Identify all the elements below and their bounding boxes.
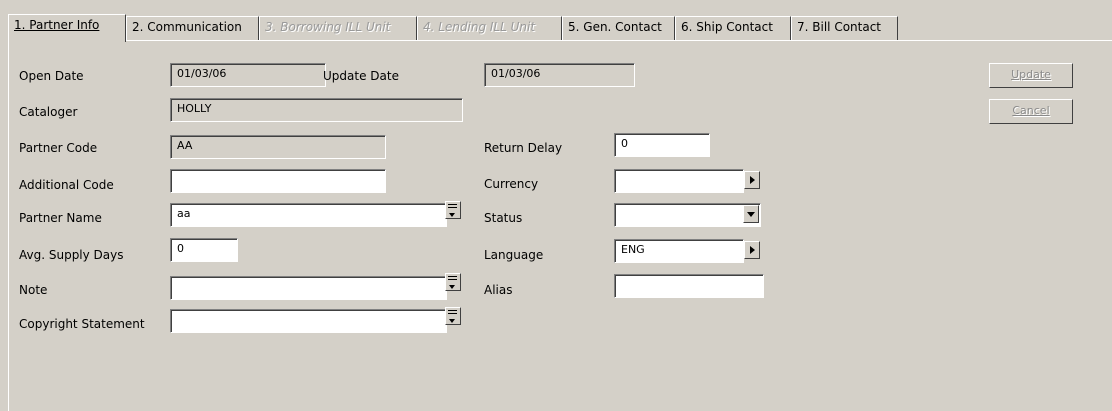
tab-bill-contact[interactable]: 7. Bill Contact [791, 16, 898, 40]
currency-input[interactable] [614, 169, 744, 193]
avg-supply-days-input[interactable]: 0 [170, 238, 238, 262]
partner-name-list-button[interactable] [445, 201, 461, 219]
additional-code-label: Additional Code [19, 178, 114, 192]
alias-label: Alias [484, 283, 513, 297]
cancel-button[interactable]: Cancel [989, 99, 1073, 124]
partner-code-label: Partner Code [19, 141, 98, 155]
return-delay-label: Return Delay [484, 141, 563, 155]
open-date-field: 01/03/06 [170, 63, 326, 87]
language-label: Language [484, 248, 544, 262]
tab-lending-ill-unit: 4. Lending ILL Unit [417, 16, 562, 40]
tab-ship-contact[interactable]: 6. Ship Contact [675, 16, 791, 40]
alias-input[interactable] [614, 274, 764, 298]
tab-communication[interactable]: 2. Communication [126, 16, 259, 40]
arrow-right-icon [750, 176, 755, 184]
copyright-statement-input[interactable] [170, 309, 447, 333]
update-date-field: 01/03/06 [484, 63, 635, 87]
tab-gen-contact[interactable]: 5. Gen. Contact [562, 16, 675, 40]
tab-bar: 1. Partner Info 2. Communication 3. Borr… [8, 14, 1112, 42]
list-icon [448, 310, 457, 323]
tab-partner-info[interactable]: 1. Partner Info [8, 14, 126, 42]
cataloger-field: HOLLY [170, 98, 463, 122]
partner-code-field: AA [170, 135, 386, 159]
currency-label: Currency [484, 177, 539, 191]
avg-supply-days-label: Avg. Supply Days [19, 248, 124, 262]
language-lookup-button[interactable] [744, 241, 760, 259]
status-dropdown-button[interactable] [743, 205, 759, 223]
list-icon [448, 204, 457, 217]
partner-info-panel: Open Date 01/03/06 Update Date 01/03/06 … [8, 40, 1112, 411]
list-icon [448, 276, 457, 289]
language-input[interactable]: ENG [614, 239, 744, 263]
cataloger-label: Cataloger [19, 105, 78, 119]
update-date-label: Update Date [323, 69, 399, 83]
status-label: Status [484, 211, 523, 225]
note-list-button[interactable] [445, 273, 461, 291]
update-button[interactable]: Update [989, 63, 1073, 88]
note-input[interactable] [170, 276, 447, 300]
arrow-right-icon [750, 246, 755, 254]
note-label: Note [19, 283, 48, 297]
currency-lookup-button[interactable] [744, 171, 760, 189]
status-select[interactable] [614, 203, 761, 227]
copyright-statement-label: Copyright Statement [19, 317, 145, 331]
tab-borrowing-ill-unit: 3. Borrowing ILL Unit [259, 16, 417, 40]
additional-code-input[interactable] [170, 169, 386, 193]
chevron-down-icon [747, 212, 755, 217]
copyright-statement-list-button[interactable] [445, 307, 461, 325]
return-delay-input[interactable]: 0 [614, 133, 710, 157]
partner-name-input[interactable]: aa [170, 203, 447, 227]
partner-name-label: Partner Name [19, 211, 102, 225]
open-date-label: Open Date [19, 69, 84, 83]
